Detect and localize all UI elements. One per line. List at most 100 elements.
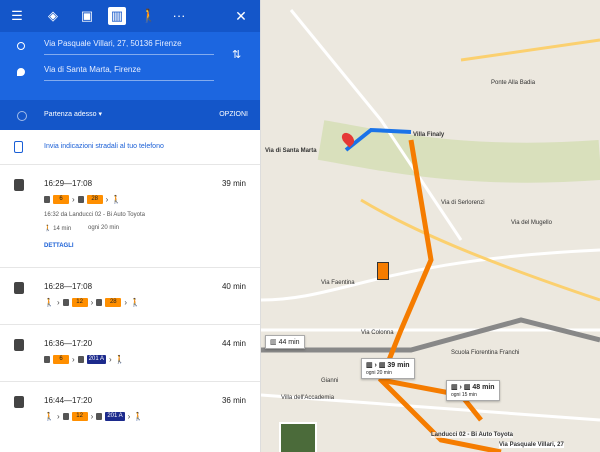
mugello-label: Via del Mugello	[511, 220, 552, 226]
bus-icon	[62, 299, 69, 306]
walk-icon: 🚶	[129, 298, 140, 307]
walk-icon: 🚶	[44, 412, 54, 421]
destination-field[interactable]: Via di Santa Marta, Firenze	[44, 60, 214, 81]
departure-stop: 16:32 da Landucci 02 - Bi Auto Toyota	[44, 212, 145, 218]
walk-icon: 🚶	[111, 195, 122, 204]
origin-label: Via Pasquale Villari, 27	[499, 442, 564, 448]
route-steps: 6 › 201 A › 🚶	[44, 355, 125, 364]
route-option-2[interactable]: 16:28—17:08 40 min 🚶 › 12 › 28 › 🚶	[0, 268, 260, 325]
walk-icon[interactable]: 🚶	[140, 7, 158, 25]
menu-icon[interactable]: ☰	[8, 7, 26, 25]
bus-icon	[96, 299, 103, 306]
route-time: 16:29—17:08	[44, 179, 93, 188]
bus-icon	[77, 356, 84, 363]
route-callout-2[interactable]: ▥ › ▥ 48 min ogni 15 min	[446, 380, 500, 401]
ponte-label: Ponte Alla Badia	[491, 80, 536, 86]
destination-pin-icon	[17, 68, 25, 76]
route-steps: 🚶 › 12 › 28 › 🚶	[44, 298, 140, 307]
bus-icon	[77, 196, 84, 203]
line-badge: 12	[71, 298, 88, 307]
frequency: ogni 20 min	[88, 225, 120, 231]
origin-dot-icon	[17, 42, 25, 50]
best-mode-icon[interactable]: ◈	[44, 7, 62, 25]
bus-icon	[14, 396, 24, 408]
bus-icon	[14, 179, 24, 191]
route-time: 16:28—17:08	[44, 282, 93, 291]
route-option-1[interactable]: 16:29—17:08 39 min 6 › 28 › 🚶 16:32 da L…	[0, 165, 260, 268]
map-roads	[261, 9, 600, 452]
route-duration: 44 min	[221, 339, 246, 348]
directions-header: ☰ ◈ ▣ ▥ 🚶 ··· ✕ Via Pasquale Villari, 27…	[0, 0, 260, 130]
villa-label: Villa Finaly	[413, 132, 445, 138]
bus-stop-icon[interactable]	[377, 262, 389, 280]
chevron-right-icon: ›	[72, 355, 75, 364]
route-steps: 🚶 › 12 › 201 A › 🚶	[44, 412, 143, 421]
origin-field[interactable]: Via Pasquale Villari, 27, 50136 Firenze	[44, 34, 214, 55]
chevron-right-icon: ›	[56, 412, 60, 421]
route-time: 16:36—17:20	[44, 339, 93, 348]
bus-icon	[96, 413, 103, 420]
options-button[interactable]: OPZIONI	[219, 100, 248, 130]
car-icon[interactable]: ▣	[78, 7, 96, 25]
walk-icon: 🚶	[133, 412, 144, 421]
line-badge: 28	[86, 195, 103, 204]
route-callout-1[interactable]: ▥ › ▥ 39 min ogni 20 min	[361, 358, 415, 379]
line-badge: 12	[71, 412, 88, 421]
phone-icon	[14, 141, 23, 153]
faentina-label: Via Faentina	[321, 280, 355, 286]
chevron-right-icon: ›	[127, 412, 131, 421]
chevron-right-icon: ›	[90, 412, 94, 421]
bus-icon	[44, 196, 50, 203]
scuola-label: Scuola Fiorentina Franchi	[451, 350, 520, 356]
serlorenzi-label: Via di Serlorenzi	[441, 200, 485, 206]
major-road	[360, 198, 600, 302]
chevron-right-icon: ›	[109, 355, 112, 364]
transit-icon[interactable]: ▥	[108, 7, 126, 25]
line-badge: 6	[53, 195, 69, 204]
walk-time: 🚶 14 min	[44, 226, 72, 232]
walk-icon: 🚶	[114, 355, 125, 364]
departure-bar: Partenza adesso ▾ OPZIONI	[0, 100, 260, 130]
bus-icon	[44, 356, 50, 363]
bus-icon	[14, 339, 24, 351]
walk-icon: 🚶	[44, 298, 54, 307]
major-road	[460, 38, 600, 62]
chevron-right-icon: ›	[56, 298, 60, 307]
clock-icon	[17, 111, 27, 121]
colonna-label: Via Colonna	[361, 330, 394, 336]
map-canvas[interactable]: Via di Santa Marta Villa Finaly Ponte Al…	[261, 0, 600, 452]
chevron-right-icon: ›	[90, 298, 94, 307]
route-duration: 40 min	[221, 282, 246, 291]
line-badge: 6	[53, 355, 69, 364]
route-time: 16:44—17:20	[44, 396, 93, 405]
route-duration: 39 min	[221, 179, 246, 188]
close-icon[interactable]: ✕	[232, 7, 250, 25]
route-callout-3[interactable]: ▥ 44 min	[265, 335, 305, 349]
route-steps: 6 › 28 › 🚶	[44, 195, 121, 204]
details-link[interactable]: DETTAGLI	[44, 243, 74, 249]
road	[289, 9, 463, 241]
line-badge: 28	[105, 298, 122, 307]
route-option-4[interactable]: 16:44—17:20 36 min 🚶 › 12 › 201 A › 🚶	[0, 382, 260, 438]
chevron-right-icon: ›	[105, 195, 109, 204]
chevron-right-icon: ›	[124, 298, 127, 307]
chevron-right-icon: ›	[72, 195, 75, 204]
line-badge: 201 A	[105, 412, 125, 421]
accademia-label: Villa dell'Accademia	[281, 395, 335, 401]
satellite-toggle[interactable]	[279, 422, 317, 452]
green-area	[317, 120, 600, 183]
send-to-phone-link[interactable]: Invia indicazioni stradali al tuo telefo…	[44, 130, 164, 164]
bus-icon	[62, 413, 69, 420]
alt-route	[261, 317, 600, 353]
departure-select[interactable]: Partenza adesso ▾	[44, 100, 102, 130]
travel-mode-bar: ☰ ◈ ▣ ▥ 🚶 ··· ✕	[0, 0, 260, 32]
landucci-label: Landucci 02 - Bi Auto Toyota	[431, 432, 514, 438]
route-duration: 36 min	[221, 396, 246, 405]
gianni-label: Gianni	[321, 378, 339, 384]
swap-icon[interactable]: ⇅	[232, 48, 241, 61]
more-icon[interactable]: ···	[170, 7, 188, 25]
directions-panel: ☰ ◈ ▣ ▥ 🚶 ··· ✕ Via Pasquale Villari, 27…	[0, 0, 261, 452]
send-to-phone-row[interactable]: Invia indicazioni stradali al tuo telefo…	[0, 130, 260, 165]
bus-icon	[14, 282, 24, 294]
route-option-3[interactable]: 16:36—17:20 44 min 6 › 201 A › 🚶	[0, 325, 260, 382]
